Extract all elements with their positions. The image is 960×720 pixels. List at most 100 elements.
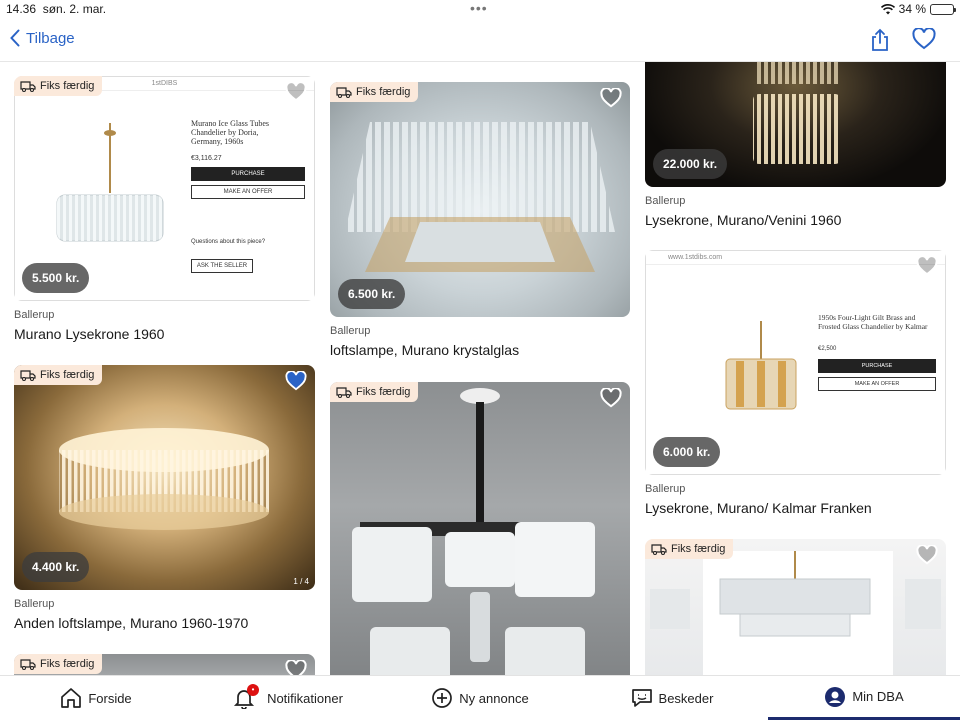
back-button[interactable]: Tilbage (10, 29, 75, 47)
price-tag: 6.500 kr. (338, 279, 406, 309)
status-time: 14.36 søn. 2. mar. (6, 2, 107, 16)
tab-label: Min DBA (852, 689, 904, 704)
heart-icon[interactable] (916, 256, 938, 276)
price-tag: 6.000 kr. (653, 437, 721, 467)
chat-icon (631, 689, 652, 707)
wifi-icon (880, 3, 895, 14)
listing-card[interactable]: Fiks færdig 6.500 kr. Ballerup loftslamp… (330, 82, 630, 358)
status-bar: 14.36 søn. 2. mar. ••• 34 % (0, 0, 960, 18)
nav-actions (870, 28, 936, 52)
listing-location: Ballerup (14, 309, 55, 321)
fiks-faerdig-badge: Fiks færdig (645, 539, 734, 559)
listing-image[interactable]: Fiks færdig (14, 654, 315, 675)
heart-filled-icon[interactable] (285, 371, 307, 391)
chandelier-drawing (650, 551, 941, 675)
back-label: Tilbage (26, 29, 75, 47)
badge-label: Fiks færdig (40, 369, 95, 381)
chandelier-drawing (56, 123, 164, 242)
listing-location: Ballerup (14, 598, 55, 610)
listing-title[interactable]: Lysekrone, Murano/ Kalmar Franken (645, 500, 946, 516)
nav-bar: Tilbage (0, 20, 960, 62)
heart-icon[interactable] (600, 388, 622, 408)
screenshot-question: Questions about this piece? (191, 239, 266, 245)
truck-icon (336, 387, 352, 398)
heart-icon[interactable] (916, 545, 938, 565)
listing-title[interactable]: Murano Lysekrone 1960 (14, 326, 315, 342)
listing-card[interactable]: www.1stdibs.com 1950s Four-Light Gilt Br… (645, 250, 946, 516)
share-icon[interactable] (870, 28, 890, 52)
truck-icon (20, 81, 36, 92)
status-right: 34 % (880, 2, 956, 16)
tab-forside[interactable]: Forside (0, 676, 192, 720)
screenshot-price: €3,116.27 (191, 155, 222, 162)
tab-label: Beskeder (658, 690, 714, 706)
tab-ny-annonce[interactable]: Ny annonce (384, 676, 576, 720)
chandelier-photo (706, 321, 816, 431)
listing-title[interactable]: Lysekrone, Murano/Venini 1960 (645, 212, 946, 228)
listing-image[interactable]: 22.000 kr. (645, 62, 946, 187)
fiks-faerdig-badge: Fiks færdig (14, 365, 103, 385)
fiks-faerdig-badge: Fiks færdig (330, 82, 419, 102)
badge-label: Fiks færdig (671, 543, 726, 555)
badge-label: Fiks færdig (356, 86, 411, 98)
listing-location: Ballerup (645, 195, 686, 207)
listing-card[interactable]: Fiks færdig (14, 654, 315, 675)
screenshot-purchase-button: PURCHASE (818, 359, 936, 373)
tab-min-dba[interactable]: Min DBA (768, 676, 960, 720)
listing-card[interactable]: Fiks færdig 1 / 4 4.400 kr. Ballerup And… (14, 365, 315, 631)
screenshot-price: €2,500 (818, 346, 837, 352)
badge-label: Fiks færdig (40, 658, 95, 670)
truck-icon (20, 659, 36, 670)
listing-card[interactable]: Fiks færdig (330, 382, 630, 675)
truck-icon (336, 87, 352, 98)
multitask-dots[interactable]: ••• (470, 0, 488, 16)
fiks-faerdig-badge: Fiks færdig (330, 382, 419, 402)
heart-icon[interactable] (600, 88, 622, 108)
listing-image[interactable]: Fiks færdig 6.500 kr. (330, 82, 630, 317)
listing-location: Ballerup (330, 325, 371, 337)
listing-location: Ballerup (645, 483, 686, 495)
truck-icon (20, 370, 36, 381)
chandelier-photo (45, 123, 175, 273)
listing-card[interactable]: 22.000 kr. Ballerup Lysekrone, Murano/Ve… (645, 62, 946, 228)
listing-image[interactable]: www.1stdibs.com 1950s Four-Light Gilt Br… (645, 250, 946, 475)
heart-icon[interactable] (285, 82, 307, 102)
listing-card[interactable]: 1stDIBS Murano Ice Glass Tubes Chandelie… (14, 76, 315, 342)
battery-percent: 34 % (898, 2, 926, 16)
screenshot-offer-button: MAKE AN OFFER (191, 185, 305, 199)
avatar-icon (825, 686, 846, 707)
badge-label: Fiks færdig (356, 386, 411, 398)
listing-card[interactable]: Fiks færdig (645, 539, 946, 675)
tab-notifikationer[interactable]: • Notifikationer (192, 676, 384, 720)
screenshot-purchase-button: PURCHASE (191, 167, 305, 181)
price-tag: 5.500 kr. (22, 263, 90, 293)
listing-image[interactable]: 1stDIBS Murano Ice Glass Tubes Chandelie… (14, 76, 315, 301)
screenshot-product-title: Murano Ice Glass Tubes Chandelier by Dor… (191, 119, 269, 146)
screenshot-offer-button: MAKE AN OFFER (818, 377, 936, 391)
pendant-lamp-drawing (352, 388, 595, 675)
listing-image[interactable]: Fiks færdig (330, 382, 630, 675)
truck-icon (651, 544, 667, 555)
tab-beskeder[interactable]: Beskeder (576, 676, 768, 720)
fiks-faerdig-badge: Fiks færdig (14, 76, 103, 96)
image-counter: 1 / 4 (293, 577, 309, 586)
listing-image[interactable]: Fiks færdig 1 / 4 4.400 kr. (14, 365, 315, 590)
listing-feed[interactable]: 1stDIBS Murano Ice Glass Tubes Chandelie… (0, 62, 960, 675)
listing-title[interactable]: loftslampe, Murano krystalglas (330, 342, 630, 358)
badge-label: Fiks færdig (40, 80, 95, 92)
tab-label: Ny annonce (459, 690, 529, 706)
heart-icon[interactable] (285, 660, 307, 675)
fiks-faerdig-badge: Fiks færdig (14, 654, 103, 674)
listing-title[interactable]: Anden loftslampe, Murano 1960-1970 (14, 615, 315, 631)
tab-bar: Forside • Notifikationer Ny annonce Besk… (0, 675, 960, 720)
notification-badge: • (247, 684, 260, 696)
favorite-icon[interactable] (912, 28, 936, 50)
screenshot-product-title: 1950s Four-Light Gilt Brass and Frosted … (818, 313, 928, 331)
chevron-left-icon (10, 29, 20, 47)
price-tag: 4.400 kr. (22, 552, 90, 582)
listing-image[interactable]: Fiks færdig (645, 539, 946, 675)
screenshot-url: www.1stdibs.com (646, 251, 945, 265)
chandelier-drawing (725, 321, 797, 410)
battery-icon (930, 3, 956, 15)
home-icon (61, 688, 82, 708)
